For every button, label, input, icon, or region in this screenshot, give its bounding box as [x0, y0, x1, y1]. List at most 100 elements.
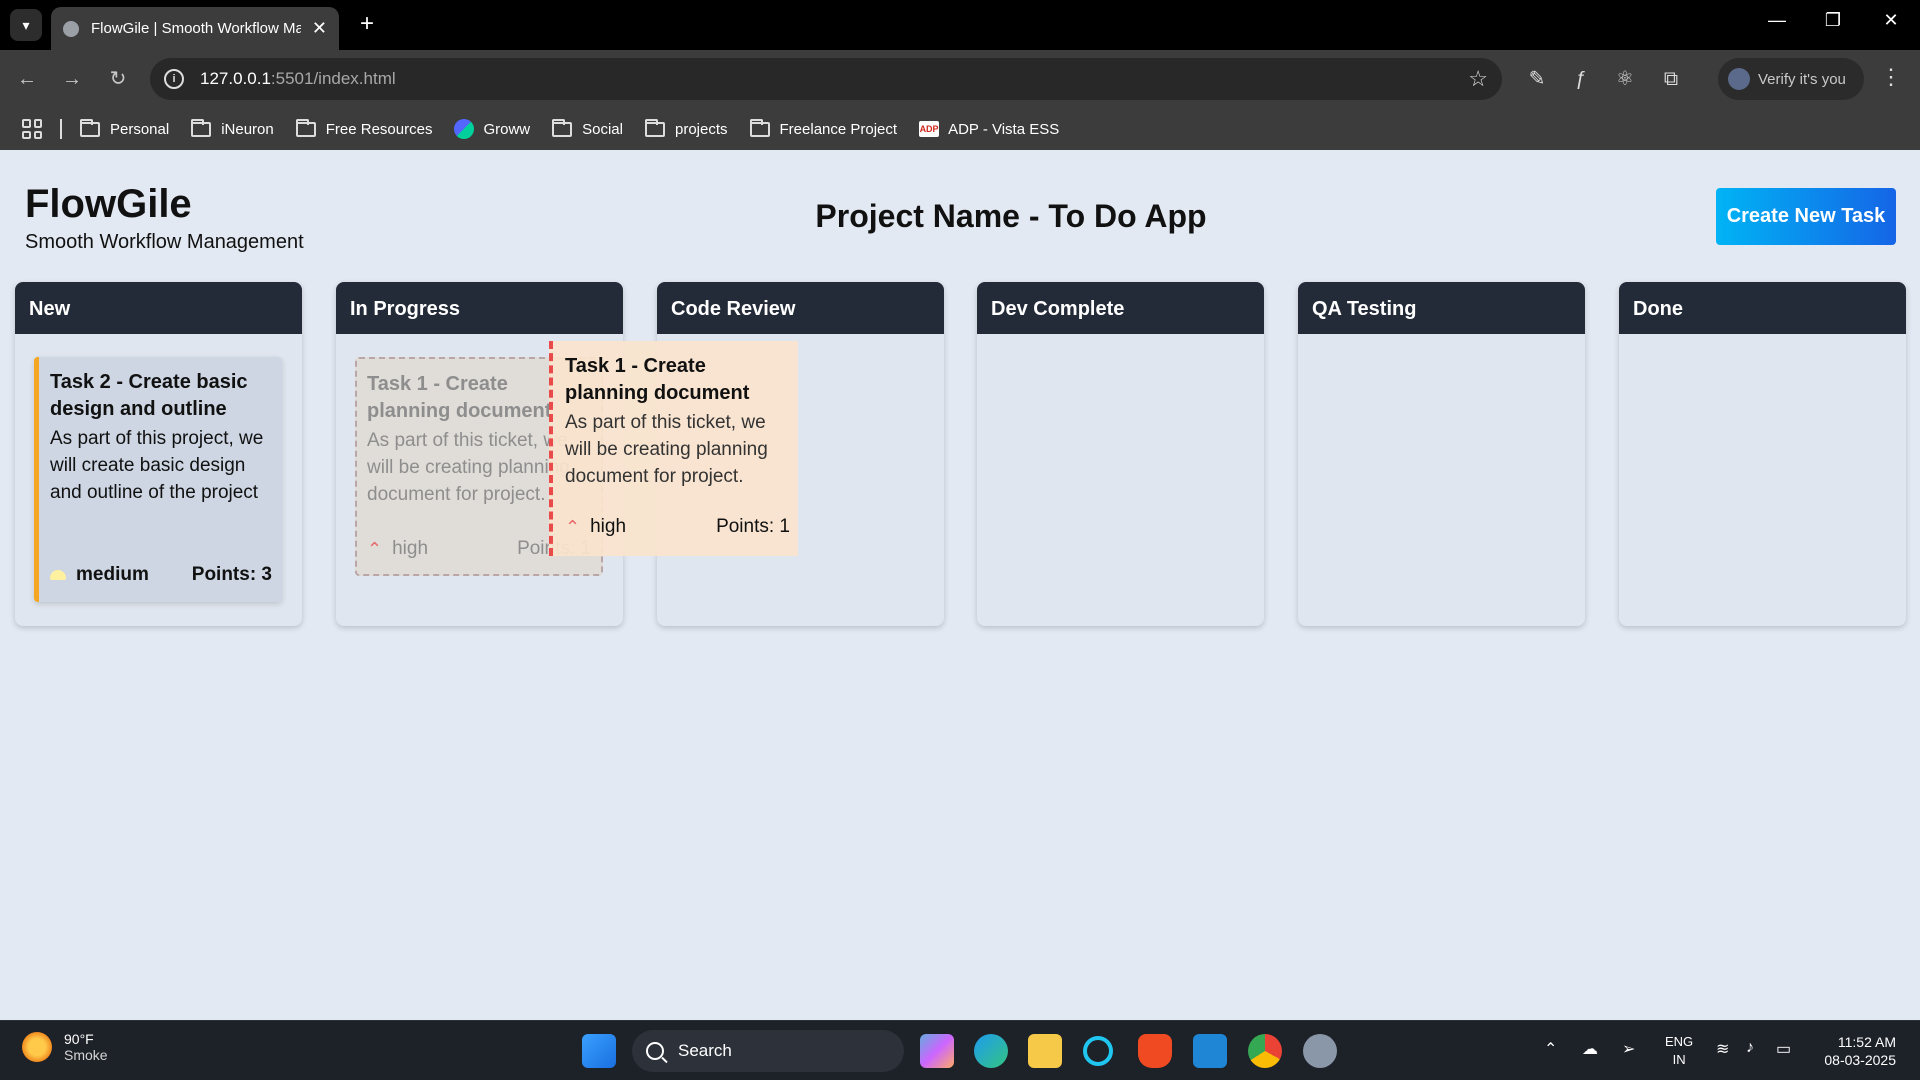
- restore-button[interactable]: ❐: [1818, 10, 1848, 31]
- task-footer: ⌃ high Points: 1: [565, 516, 790, 538]
- location-icon[interactable]: ➢: [1622, 1039, 1635, 1059]
- column-header: QA Testing: [1298, 282, 1585, 334]
- apps-grid-icon[interactable]: [22, 119, 42, 139]
- brave-icon[interactable]: [1138, 1034, 1172, 1068]
- weather-sun-icon: [22, 1032, 52, 1062]
- create-task-button[interactable]: Create New Task: [1716, 188, 1896, 245]
- bookmark-personal[interactable]: Personal: [80, 118, 169, 138]
- bookmark-freelance-project[interactable]: Freelance Project: [749, 118, 898, 138]
- settings-gear-icon[interactable]: [1303, 1034, 1337, 1068]
- high-priority-icon: ⌃: [367, 539, 383, 559]
- taskbar-search[interactable]: Search: [632, 1030, 904, 1072]
- minimize-button[interactable]: —: [1762, 10, 1792, 31]
- site-info-icon[interactable]: i: [164, 69, 184, 89]
- high-priority-icon: ⌃: [565, 517, 581, 537]
- task-description: As part of this ticket, we will be creat…: [565, 412, 768, 487]
- task-card-dragging[interactable]: Task 1 - Create planning document As par…: [549, 341, 798, 556]
- task-title: Task 2 - Create basic design and outline: [50, 371, 248, 420]
- address-bar[interactable]: i 127.0.0.1 :5501/index.html ☆: [150, 58, 1502, 100]
- language-indicator[interactable]: ENG IN: [1665, 1033, 1693, 1069]
- column-header: New: [15, 282, 302, 334]
- vscode-icon[interactable]: [1193, 1034, 1227, 1068]
- clock[interactable]: 11:52 AM 08-03-2025: [1810, 1033, 1896, 1069]
- task-priority: high: [392, 538, 429, 559]
- column-done[interactable]: Done: [1619, 282, 1906, 626]
- clock-time: 11:52 AM: [1837, 1034, 1896, 1050]
- url-path: :5501/index.html: [270, 69, 396, 88]
- wifi-icon[interactable]: ≋: [1716, 1039, 1729, 1059]
- folder-icon: [749, 118, 770, 137]
- bookmark-social[interactable]: Social: [552, 118, 623, 138]
- globe-icon: [63, 20, 79, 37]
- alexa-icon[interactable]: [1083, 1036, 1113, 1066]
- windows-taskbar: 90°F Smoke Search ⌃ ☁ ➢ ENG IN ≋ ♪ ▭ 11:…: [0, 1020, 1920, 1080]
- back-button[interactable]: ←: [12, 64, 42, 94]
- column-qa-testing[interactable]: QA Testing: [1298, 282, 1585, 626]
- chevron-up-icon[interactable]: ⌃: [1544, 1039, 1557, 1059]
- chrome-icon[interactable]: [1248, 1034, 1282, 1068]
- folder-icon: [80, 118, 100, 137]
- react-devtools-icon[interactable]: ⚛: [1610, 64, 1640, 94]
- brand-subtitle: Smooth Workflow Management: [25, 231, 304, 253]
- bookmark-label: Groww: [483, 120, 531, 138]
- bookmark-groww[interactable]: Groww: [454, 119, 530, 139]
- new-tab-button[interactable]: +: [352, 10, 382, 38]
- task-card[interactable]: Task 2 - Create basic design and outline…: [34, 357, 282, 602]
- task-priority: high: [590, 516, 627, 537]
- bookmark-star-icon[interactable]: ☆: [1468, 66, 1488, 92]
- extensions-puzzle-icon[interactable]: ⧉: [1656, 64, 1686, 94]
- onedrive-cloud-icon[interactable]: ☁: [1582, 1039, 1598, 1059]
- bookmark-label: Freelance Project: [779, 120, 898, 138]
- url-host: 127.0.0.1: [200, 69, 271, 88]
- folder-icon: [644, 118, 665, 137]
- column-dev-complete[interactable]: Dev Complete: [977, 282, 1264, 626]
- bookmark-projects[interactable]: projects: [644, 118, 728, 138]
- windows-start-icon[interactable]: [582, 1034, 616, 1068]
- bookmark-free-resources[interactable]: Free Resources: [295, 118, 432, 138]
- folder-icon: [552, 118, 573, 137]
- weather-desc: Smoke: [64, 1047, 108, 1063]
- browser-titlebar: ▾ FlowGile | Smooth Workflow Management …: [0, 0, 1920, 50]
- extension-icon[interactable]: ✎: [1522, 64, 1552, 94]
- volume-icon[interactable]: ♪: [1746, 1039, 1754, 1057]
- browser-toolbar: ← → ↻ i 127.0.0.1 :5501/index.html ☆ ✎ ƒ…: [0, 50, 1920, 108]
- copilot-icon[interactable]: [920, 1034, 954, 1068]
- browser-tab[interactable]: FlowGile | Smooth Workflow Management ✕: [51, 7, 339, 50]
- battery-icon[interactable]: ▭: [1776, 1039, 1791, 1059]
- region-code: IN: [1672, 1052, 1686, 1067]
- task-priority: medium: [76, 564, 149, 585]
- bookmarks-bar: Personal iNeuron Free Resources Groww So…: [0, 108, 1920, 150]
- search-label: Search: [678, 1041, 732, 1060]
- column-header: In Progress: [336, 282, 623, 334]
- task-footer: medium Points: 3: [50, 564, 272, 586]
- bookmark-ineuron[interactable]: iNeuron: [191, 118, 274, 138]
- folder-icon: [191, 118, 212, 137]
- task-description: As part of this project, we will create …: [50, 428, 264, 503]
- adp-icon: ADP: [919, 121, 940, 137]
- tab-search-dropdown[interactable]: ▾: [10, 9, 42, 41]
- file-explorer-icon[interactable]: [1028, 1034, 1062, 1068]
- function-icon[interactable]: ƒ: [1566, 64, 1596, 94]
- close-tab-icon[interactable]: ✕: [312, 18, 327, 39]
- search-icon: [646, 1042, 664, 1060]
- bookmark-adp[interactable]: ADP ADP - Vista ESS: [919, 121, 1059, 138]
- profile-label: Verify it's you: [1758, 70, 1846, 88]
- task-points: Points: 3: [191, 564, 272, 585]
- forward-button[interactable]: →: [57, 64, 87, 94]
- bookmark-label: ADP - Vista ESS: [948, 120, 1060, 138]
- brand: FlowGile Smooth Workflow Management: [25, 182, 304, 254]
- weather-widget[interactable]: 90°F Smoke: [22, 1031, 108, 1063]
- tab-title: FlowGile | Smooth Workflow Management: [91, 20, 301, 37]
- reload-button[interactable]: ↻: [103, 64, 133, 94]
- weather-temp: 90°F: [64, 1031, 94, 1047]
- task-points: Points: 1: [716, 516, 790, 537]
- language-code: ENG: [1665, 1034, 1694, 1049]
- close-window-button[interactable]: ✕: [1876, 10, 1906, 31]
- edge-icon[interactable]: [974, 1034, 1008, 1068]
- bookmark-label: Social: [582, 120, 623, 138]
- profile-button[interactable]: Verify it's you: [1718, 58, 1864, 100]
- more-menu-icon[interactable]: ⋮: [1880, 64, 1902, 90]
- app-page: FlowGile Smooth Workflow Management Proj…: [0, 150, 1920, 1020]
- bookmarks-divider: [60, 119, 62, 139]
- bookmark-label: projects: [674, 120, 728, 138]
